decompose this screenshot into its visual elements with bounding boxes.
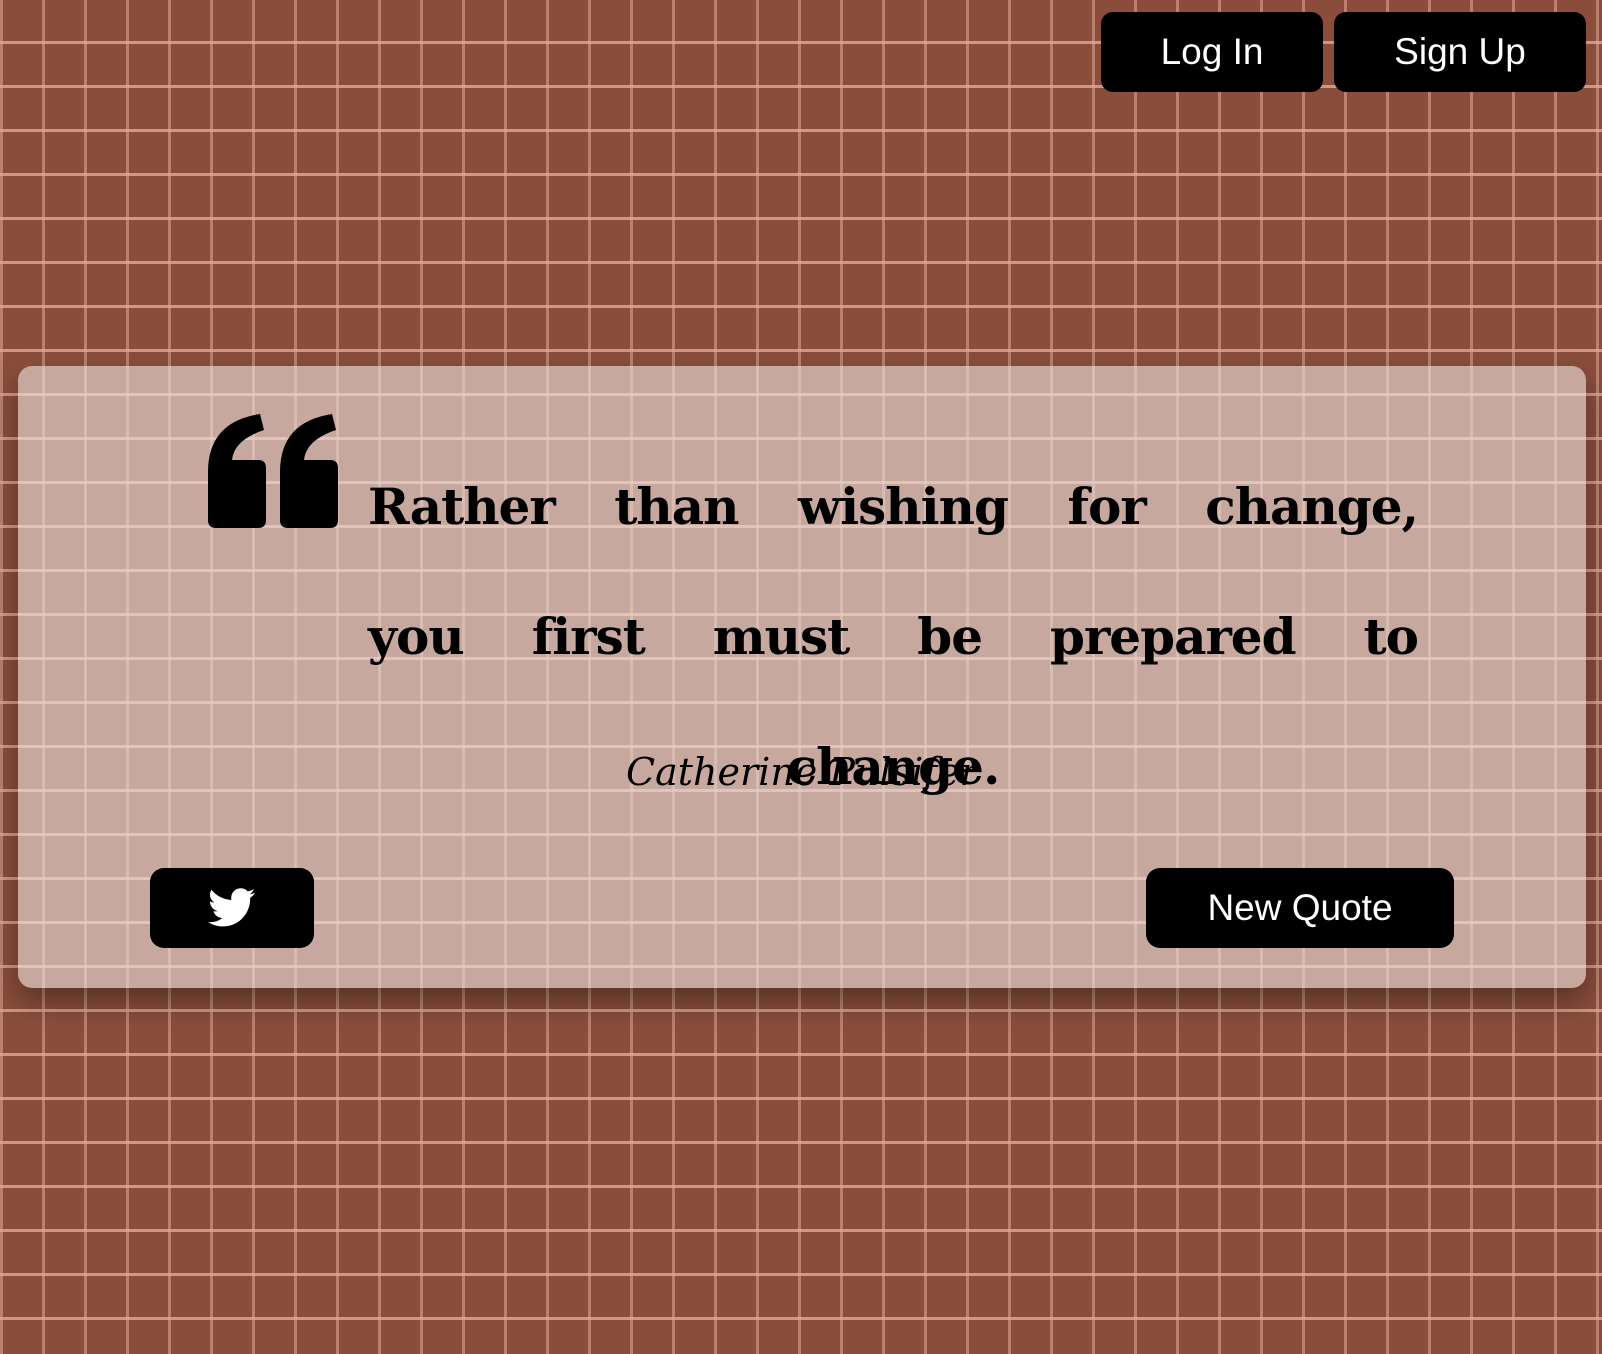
signup-button[interactable]: Sign Up: [1334, 12, 1586, 92]
quote-card: Rather than wishing for change, you firs…: [18, 366, 1586, 988]
login-button[interactable]: Log In: [1101, 12, 1323, 92]
twitter-icon: [208, 888, 256, 927]
tweet-button[interactable]: [150, 868, 314, 948]
new-quote-button[interactable]: New Quote: [1146, 868, 1454, 948]
auth-nav: Log In Sign Up: [1101, 12, 1586, 92]
quote-author: Catherine Pulsifer: [626, 750, 978, 794]
quote-left-icon: [208, 414, 338, 528]
